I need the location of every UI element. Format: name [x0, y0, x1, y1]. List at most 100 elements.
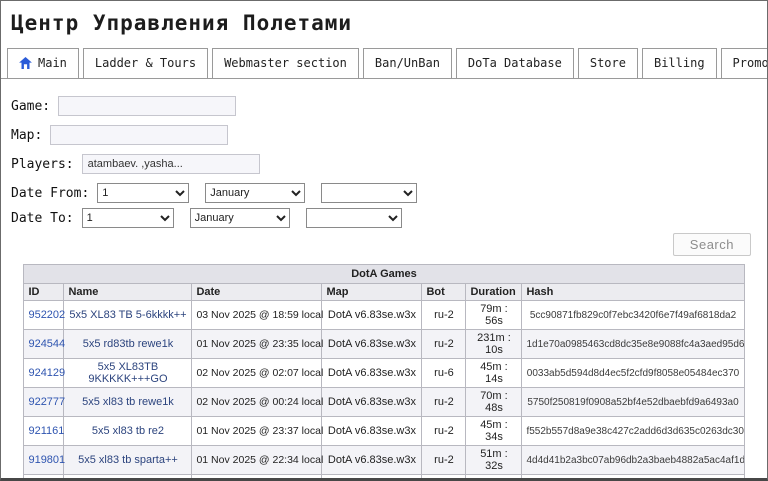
- cell-hash: 0033ab5d594d8d4ec5f2cfd9f8058e05484ec370: [521, 358, 745, 388]
- search-button[interactable]: Search: [672, 233, 751, 256]
- table-row: 924129 5x5 XL83TB 9KKKKK+++GO 02 Nov 2025 …: [23, 358, 745, 388]
- tab-webmaster-section[interactable]: Webmaster section: [212, 48, 359, 79]
- cell-duration: 70m : 48s: [465, 387, 523, 417]
- games-table: DotA Games ID Name Date Map Bot Duration Hash …: [23, 264, 745, 478]
- cell-date: 25 Oct 2025 @ 00:23 local: [191, 474, 323, 478]
- date-from-label: Date From:: [11, 185, 90, 201]
- date-to-label: Date To:: [11, 210, 74, 226]
- cell-id: 924129: [23, 358, 65, 388]
- game-id-link[interactable]: 952202: [28, 309, 65, 321]
- game-id-link[interactable]: 924129: [28, 367, 65, 379]
- game-name-link[interactable]: 5x5 xl83 tb rewe1k: [82, 396, 174, 408]
- cell-duration: 45m : 14s: [465, 358, 523, 388]
- date-from-row: Date From: 1 January: [11, 183, 757, 203]
- home-icon: [19, 57, 32, 69]
- date-to-day-select[interactable]: 1: [81, 208, 174, 228]
- tab-label: Ban/UnBan: [374, 56, 440, 70]
- cell-hash: 4d4d41b2a3bc07ab96db2a3baeb4882a5ac4af1d: [521, 445, 745, 475]
- table-row: 7850335x5 xl83tb re 45 zion25 Oct 2025 @…: [23, 474, 745, 478]
- game-name-link[interactable]: 5x5 xl83 tb re2: [92, 425, 164, 437]
- game-row: Game:: [11, 96, 757, 116]
- cell-bot: ru-2: [421, 329, 467, 359]
- cell-name: 5x5 xl83 tb re2: [63, 416, 193, 446]
- cell-date: 03 Nov 2025 @ 18:59 local: [191, 300, 323, 330]
- table-header-row: ID Name Date Map Bot Duration Hash: [23, 283, 745, 301]
- tab-store[interactable]: Store: [577, 48, 638, 79]
- column-header: Map: [321, 283, 423, 301]
- tab-main[interactable]: Main: [7, 48, 79, 79]
- map-input[interactable]: [50, 125, 229, 145]
- cell-map: DotA v6.83se.w3x: [321, 416, 423, 446]
- cell-map: DotA v6.83se.w3x: [321, 387, 423, 417]
- tab-label: Store: [589, 56, 626, 70]
- tab-label: Webmaster section: [224, 56, 347, 70]
- cell-bot: ru-6: [421, 358, 467, 388]
- date-to-year-select[interactable]: [305, 208, 402, 228]
- tab-label: Main: [38, 56, 67, 70]
- game-id-link[interactable]: 919801: [28, 454, 65, 466]
- map-row: Map:: [11, 125, 757, 145]
- games-table-body: 952202 5x5 XL83 TB 5-6kkkk++ 03 Nov 2025 @…: [23, 300, 745, 478]
- date-from-day-select[interactable]: 1: [97, 183, 190, 203]
- cell-name: 5x5 XL83TB 9KKKKK+++GO: [63, 358, 193, 388]
- nav-tabs: Main Ladder & Tours Webmaster section Ba…: [1, 48, 767, 79]
- cell-bot: ru-6: [421, 474, 467, 478]
- cell-name: 5x5 rd83tb rewe1k: [63, 329, 193, 359]
- cell-duration: 46m : 30s: [465, 474, 523, 478]
- cell-bot: ru-2: [421, 416, 467, 446]
- game-id-link[interactable]: 921161: [28, 425, 64, 437]
- map-label: Map:: [11, 127, 43, 143]
- cell-duration: 79m : 56s: [465, 300, 523, 330]
- cell-duration: 45m : 34s: [465, 416, 523, 446]
- column-header: Name: [63, 283, 193, 301]
- date-from-year-select[interactable]: [321, 183, 418, 203]
- cell-map: DotA v6.83se.w3x: [321, 358, 423, 388]
- cell-bot: ru-2: [421, 300, 467, 330]
- cell-duration: 231m : 10s: [465, 329, 523, 359]
- column-header: Hash: [521, 283, 745, 301]
- tab-label: Billing: [653, 56, 705, 70]
- table-caption-row: DotA Games: [23, 264, 745, 284]
- cell-date: 02 Nov 2025 @ 00:24 local: [191, 387, 323, 417]
- game-input[interactable]: [58, 96, 237, 116]
- tab-label: Promo: [732, 56, 768, 70]
- filters: Game: Map: Players: Date From: 1 January…: [1, 79, 767, 228]
- game-name-link[interactable]: 5x5 rd83tb rewe1k: [83, 338, 174, 350]
- tab-billing[interactable]: Billing: [641, 48, 717, 79]
- tab-ladder-tours[interactable]: Ladder & Tours: [82, 48, 209, 79]
- game-id-link[interactable]: 924544: [28, 338, 65, 350]
- players-input[interactable]: [81, 154, 260, 174]
- column-header: Duration: [465, 283, 523, 301]
- table-row: 921161 5x5 xl83 tb re2 01 Nov 2025 @ 23:37…: [23, 416, 745, 446]
- table-row: 919801 5x5 xl83 tb sparta++ 01 Nov 2025 @ …: [23, 445, 745, 475]
- game-name-link[interactable]: 5x5 XL83TB 9KKKKK+++GO: [88, 361, 167, 385]
- date-to-month-select[interactable]: January: [189, 208, 290, 228]
- game-name-link[interactable]: 5x5 XL83 TB 5-6kkkk++: [69, 309, 186, 321]
- cell-name: 5x5 XL83 TB 5-6kkkk++: [63, 300, 193, 330]
- table-row: 924544 5x5 rd83tb rewe1k 01 Nov 2025 @ 23:…: [23, 329, 745, 359]
- table-caption: DotA Games: [23, 264, 745, 284]
- cell-hash: f552b557d8a9e38c427c2add6d3d635c0263dc30: [521, 416, 745, 446]
- tab-dota-database[interactable]: DoTa Database: [455, 48, 574, 79]
- cell-date: 01 Nov 2025 @ 23:37 local: [191, 416, 323, 446]
- cell-date: 01 Nov 2025 @ 23:35 local: [191, 329, 323, 359]
- cell-hash: 9a0dcf1268878bac4b1fd7b4c0db7db1052e2772: [521, 474, 745, 478]
- game-name-link[interactable]: 5x5 xl83 tb sparta++: [78, 454, 178, 466]
- tab-promo[interactable]: Promo: [720, 48, 768, 79]
- tab-ban-unban[interactable]: Ban/UnBan: [362, 48, 452, 79]
- page-title: Центр Управления Полетами: [11, 11, 353, 35]
- game-id-link[interactable]: 922777: [28, 396, 65, 408]
- table-row: 952202 5x5 XL83 TB 5-6kkkk++ 03 Nov 2025 @…: [23, 300, 745, 330]
- column-header: Date: [191, 283, 323, 301]
- date-from-month-select[interactable]: January: [205, 183, 306, 203]
- column-header: ID: [23, 283, 65, 301]
- cell-map: DotA v6.83se.w3x: [321, 445, 423, 475]
- cell-name: 5x5 xl83 tb sparta++: [63, 445, 193, 475]
- cell-name: 5x5 xl83tb re 45 zion: [63, 474, 193, 478]
- search-row: Search: [1, 233, 767, 256]
- cell-map: DotA v6.83se.w3x: [321, 300, 423, 330]
- column-header: Bot: [421, 283, 467, 301]
- tab-label: DoTa Database: [467, 56, 562, 70]
- cell-bot: ru-2: [421, 387, 467, 417]
- cell-id: 785033: [23, 474, 65, 478]
